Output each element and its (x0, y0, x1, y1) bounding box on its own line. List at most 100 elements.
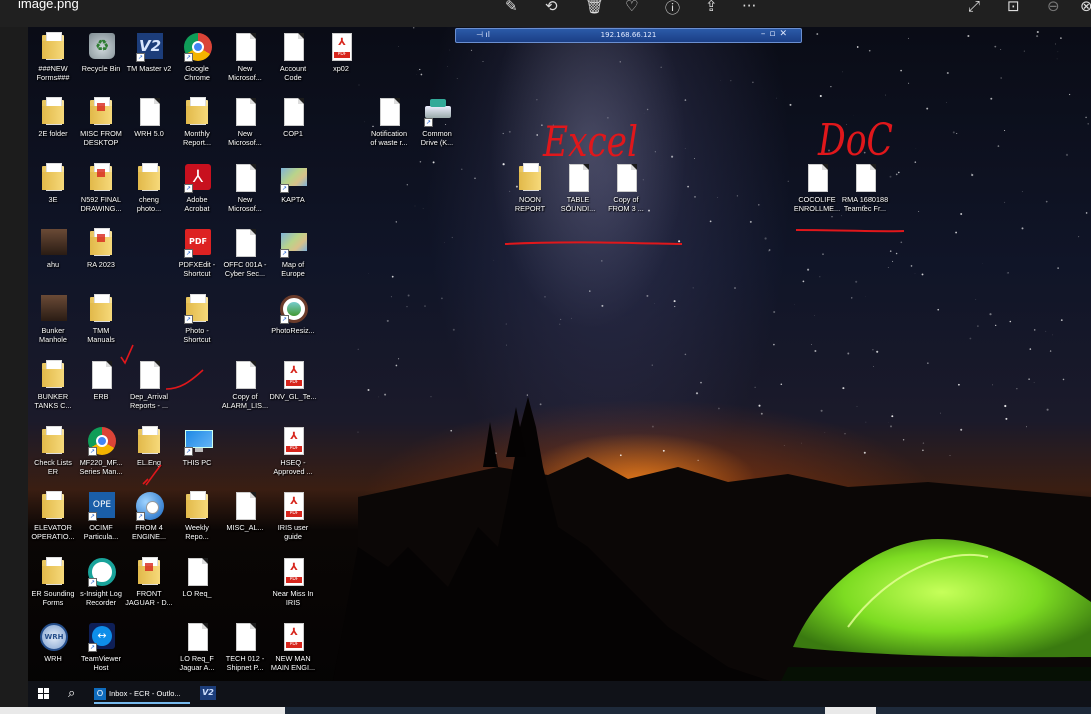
desktop-icon-label: MISC FROM DESKTOP (80, 129, 122, 147)
desktop-icon[interactable]: ###NEW Forms### (28, 32, 78, 82)
desktop-icon[interactable]: ER Sounding Forms (28, 557, 78, 607)
taskbar-item-outlook[interactable]: O Inbox - ECR - Outlo... (94, 684, 190, 704)
desktop-icon[interactable]: ↗ Map of Europe (268, 228, 318, 278)
desktop-icon[interactable]: MISC FROM DESKTOP (76, 97, 126, 147)
desktop-icon[interactable]: ⅄ PDF xp02 (316, 32, 366, 73)
desktop-icon[interactable]: Check Lists ER (28, 426, 78, 476)
desktop-icon[interactable]: ↗ Common Drive (K... (412, 97, 462, 147)
desktop-icon[interactable]: ↗ KAPTA (268, 163, 318, 204)
desktop-icon-label: MF220_MF... Series Man... (79, 458, 123, 476)
desktop-icon-label: TECH 012 - Shipnet P... (225, 654, 265, 672)
edit-image-icon[interactable]: ✎ (505, 0, 518, 15)
desktop-icon[interactable]: ↗ THIS PC (172, 426, 222, 467)
desktop-icon[interactable]: Dep_Arrival Reports - ... (124, 360, 174, 410)
desktop-icon[interactable]: WRH WRH (28, 622, 78, 663)
desktop-icon[interactable]: WRH 5.0 (124, 97, 174, 138)
window-controls[interactable]: –▫✕ (761, 29, 791, 39)
drive-icon: ↗ (424, 97, 451, 127)
info-icon[interactable]: ⓘ (665, 0, 680, 18)
desktop-icon[interactable]: ♻ Recycle Bin (76, 32, 126, 73)
desktop-icon[interactable]: cheng photo... (124, 163, 174, 213)
desktop-icon[interactable]: V2 ↗ TM Master v2 (124, 32, 174, 73)
desktop-icon[interactable]: TECH 012 - Shipnet P... (220, 622, 270, 672)
desktop-icon[interactable]: Bunker Manhole (28, 294, 78, 344)
desktop-icon[interactable]: N592 FINAL DRAWING... (76, 163, 126, 213)
desktop-icon[interactable]: Monthly Report... (172, 97, 222, 147)
desktop-icon[interactable]: ↗ FROM 4 ENGINE... (124, 491, 174, 541)
desktop-icon[interactable]: ↗ MF220_MF... Series Man... (76, 426, 126, 476)
desktop-icon[interactable]: BUNKER TANKS C... (28, 360, 78, 410)
desktop-icon-label: WRH 5.0 (134, 129, 164, 138)
map-icon: ↗ (280, 228, 307, 258)
chrome-icon: ↗ (184, 32, 212, 62)
folder-icon (184, 97, 210, 127)
desktop-icon-label: COCOLIFE ENROLLME... (793, 195, 841, 213)
sinsight-icon: ↗ (88, 557, 116, 587)
rotate-icon[interactable]: ⟲ (545, 0, 558, 15)
folder-icon (517, 163, 543, 193)
desktop-icon-label: Check Lists ER (34, 458, 72, 476)
desktop-icon[interactable]: PDF ↗ PDFXEdit - Shortcut (172, 228, 222, 278)
desktop-icon[interactable]: EL.Eng (124, 426, 174, 467)
desktop-icon[interactable]: FRONT JAGUAR - D... (124, 557, 174, 607)
desktop-icon[interactable]: ELEVATOR OPERATIO... (28, 491, 78, 541)
desktop-icon[interactable]: NOON REPORT (505, 163, 555, 213)
actual-size-icon[interactable]: ⊡ (1007, 0, 1020, 15)
desktop-icon[interactable]: ↗ Photo - Shortcut (172, 294, 222, 344)
desktop-icon[interactable]: ERB (76, 360, 126, 401)
folder-icon: ↗ (184, 294, 210, 324)
more-icon[interactable]: ··· (742, 0, 756, 15)
desktop-icon[interactable]: 3E (28, 163, 78, 204)
desktop-icon[interactable]: TABLE SOUNDI... (553, 163, 603, 213)
desktop-icon[interactable]: New Microsof... (220, 97, 270, 147)
desktop-icon[interactable]: Account Code (268, 32, 318, 82)
desktop-icon[interactable]: ⅄ PDF DNV_GL_Te... (268, 360, 318, 401)
delete-icon[interactable]: 🗑 (585, 0, 604, 15)
favorite-icon[interactable]: ♡ (625, 0, 638, 15)
desktop-icon-label: RMA 1680188 Teamtec Fr... (841, 195, 889, 213)
desktop-icon[interactable]: OPE ↗ OCIMF Particula... (76, 491, 126, 541)
desktop-icon[interactable]: ⅄ PDF HSEQ - Approved ... (268, 426, 318, 476)
desktop-icon[interactable]: LO Req_F Jaguar A... (172, 622, 222, 672)
desktop-icon[interactable]: RA 2023 (76, 228, 126, 269)
share-icon[interactable]: ⇪ (705, 0, 718, 15)
desktop-icon[interactable]: Copy of FROM 3 ... (601, 163, 651, 213)
desktop-icon[interactable]: ahu (28, 228, 78, 269)
desktop-icon[interactable]: 2E folder (28, 97, 78, 138)
recycle-icon: ♻ (88, 32, 115, 62)
desktop-icon[interactable]: ⅄ PDF Near Miss In IRIS (268, 557, 318, 607)
desktop-icon[interactable]: ↗ Google Chrome (172, 32, 222, 82)
desktop-icon-label: Notification of waste r... (370, 129, 408, 147)
v2-icon: V2 ↗ (136, 32, 163, 62)
desktop-icon[interactable]: RMA 1680188 Teamtec Fr... (840, 163, 890, 213)
desktop-icon[interactable]: ⅄ PDF NEW MAN MAIN ENGI... (268, 622, 318, 672)
desktop-icon-label: New Microsof... (228, 129, 262, 147)
desktop-icon[interactable]: COCOLIFE ENROLLME... (792, 163, 842, 213)
windows-start-icon[interactable] (38, 688, 49, 699)
desktop-icon-label: RA 2023 (87, 260, 115, 269)
desktop-icon[interactable]: TMM Manuals (76, 294, 126, 344)
desktop-icon[interactable]: ↗ s-Insight Log Recorder (76, 557, 126, 607)
desktop-icon[interactable]: Copy of ALARM_LIS... (220, 360, 270, 410)
desktop-icon[interactable]: COP1 (268, 97, 318, 138)
desktop-icon[interactable]: ⅄ PDF IRIS user guide (268, 491, 318, 541)
desktop-icon[interactable]: ↔ ↗ TeamViewer Host (76, 622, 126, 672)
doc-icon (136, 97, 162, 127)
fullscreen-icon[interactable]: ⤢ (968, 0, 980, 15)
desktop-icon[interactable]: OFFC 001A - Cyber Sec... (220, 228, 270, 278)
close-icon[interactable]: ⊗ (1080, 0, 1091, 15)
desktop-icon[interactable]: LO Req_ (172, 557, 222, 598)
remote-desktop-connection-bar[interactable]: ⊣ ıl 192.168.66.121 –▫✕ (455, 28, 802, 43)
desktop-icon[interactable]: New Microsof... (220, 32, 270, 82)
zoom-icon[interactable]: ⊖ (1047, 0, 1060, 15)
doc-icon (565, 163, 591, 193)
desktop-icon[interactable]: New Microsof... (220, 163, 270, 213)
taskbar-item-tm-master[interactable]: V2 (200, 686, 216, 700)
desktop-icon[interactable]: ↗ PhotoResiz... (268, 294, 318, 335)
desktop-icon[interactable]: Weekly Repo... (172, 491, 222, 541)
search-icon[interactable]: ⌕ (68, 686, 75, 701)
desktop-icon-label: HSEQ - Approved ... (273, 458, 313, 476)
desktop-icon[interactable]: Notification of waste r... (364, 97, 414, 147)
desktop-icon[interactable]: MISC_AL... (220, 491, 270, 532)
desktop-icon[interactable]: ⅄ ↗ Adobe Acrobat (172, 163, 222, 213)
